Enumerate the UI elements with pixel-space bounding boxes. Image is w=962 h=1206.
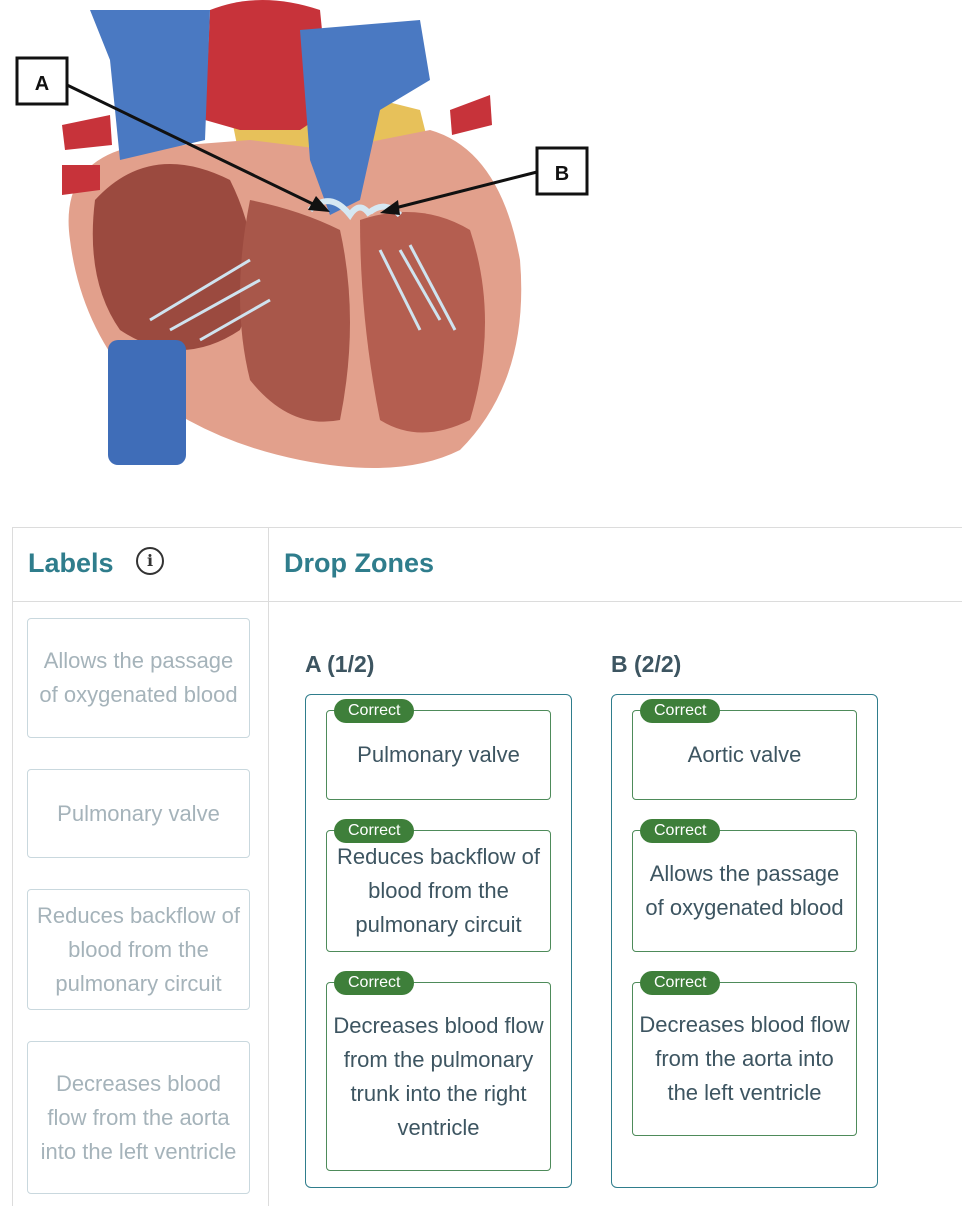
drop-zone-b-item[interactable]: Allows the passage of oxygenated blood	[632, 830, 857, 952]
label-card[interactable]: Decreases blood flow from the aorta into…	[27, 1041, 250, 1194]
correct-badge: Correct	[640, 699, 721, 723]
inferior-vena-cava	[108, 340, 186, 465]
drop-item-text: Decreases blood flow from the pulmonary …	[333, 1012, 544, 1140]
panel-left-border	[12, 527, 13, 1206]
drop-zone-a-item[interactable]: Decreases blood flow from the pulmonary …	[326, 982, 551, 1171]
zone-b-title: B (2/2)	[611, 651, 682, 677]
label-card-text: Allows the passage of oxygenated blood	[39, 648, 238, 707]
left-ventricle	[360, 212, 485, 433]
label-card-text: Pulmonary valve	[57, 800, 220, 826]
heart-diagram: A B	[15, 0, 589, 468]
drop-zones-heading: Drop Zones	[284, 548, 435, 578]
correct-badge: Correct	[640, 971, 721, 995]
drop-item-text: Pulmonary valve	[357, 742, 520, 767]
panel-top-border	[12, 527, 962, 528]
correct-badge: Correct	[334, 699, 415, 723]
label-card[interactable]: Pulmonary valve	[27, 769, 250, 858]
drop-item-text: Aortic valve	[687, 742, 802, 767]
correct-badge: Correct	[334, 819, 415, 843]
drop-zone-b-item[interactable]: Decreases blood flow from the aorta into…	[632, 982, 857, 1136]
label-card[interactable]: Allows the passage of oxygenated blood	[27, 618, 250, 738]
drop-item-text: Allows the passage of oxygenated blood	[645, 861, 844, 920]
label-card-text: Reduces backflow of blood from the pulmo…	[37, 902, 240, 996]
correct-badge: Correct	[640, 819, 721, 843]
drop-item-text: Decreases blood flow from the aorta into…	[639, 1012, 850, 1105]
pulmonary-vein-right	[450, 95, 492, 135]
callout-a-letter: A	[35, 73, 49, 95]
labels-heading: Labels	[28, 548, 114, 578]
callout-b-letter: B	[555, 163, 569, 185]
label-card[interactable]: Reduces backflow of blood from the pulmo…	[27, 889, 250, 1010]
pulmonary-vein-left	[62, 115, 112, 150]
zone-a-title: A (1/2)	[305, 651, 375, 677]
panel-header-divider	[12, 601, 962, 602]
label-card-text: Decreases blood flow from the aorta into…	[40, 1070, 237, 1164]
panel-column-divider	[268, 527, 269, 1206]
drop-zone-b-item[interactable]: Aortic valve	[632, 710, 857, 800]
pulmonary-vein-left-2	[62, 165, 100, 195]
drop-item-text: Reduces backflow of blood from the pulmo…	[337, 844, 540, 937]
drop-zone-a-item[interactable]: Reduces backflow of blood from the pulmo…	[326, 830, 551, 952]
drop-zone-a-item[interactable]: Pulmonary valve	[326, 710, 551, 800]
info-icon[interactable]: i	[136, 547, 164, 575]
correct-badge: Correct	[334, 971, 415, 995]
